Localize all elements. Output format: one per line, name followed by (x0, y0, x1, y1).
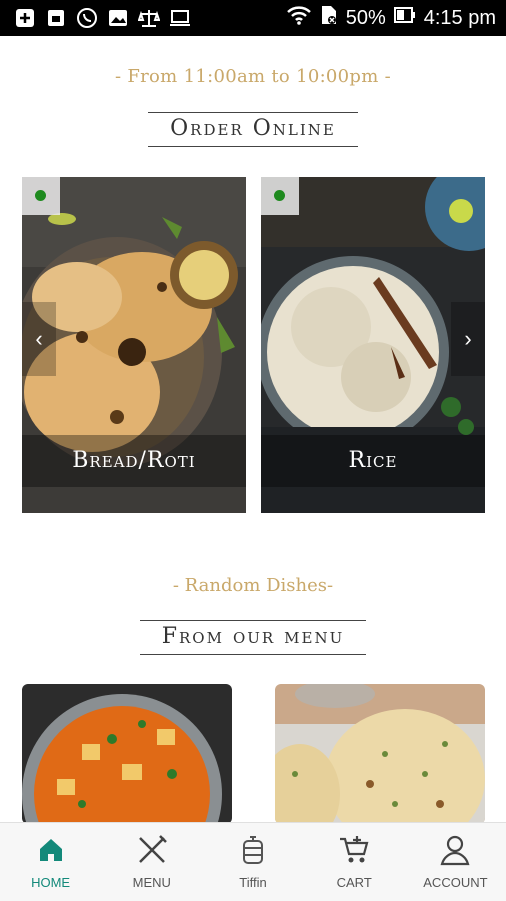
notification-icons (0, 8, 191, 28)
category-label: Bread/Roti (22, 435, 246, 487)
laptop-icon (169, 8, 191, 28)
order-online-title: Order Online (148, 112, 358, 147)
dish-card-paneer[interactable] (22, 684, 232, 824)
battery-percent: 50% (345, 6, 386, 29)
naan-image (275, 684, 485, 824)
no-sim-icon (320, 4, 338, 32)
from-our-menu-title: From our menu (139, 620, 367, 655)
dish-card-naan[interactable] (275, 684, 485, 824)
add-icon (14, 8, 36, 28)
order-online-section: Order Online (0, 112, 506, 147)
clock: 4:15 pm (423, 6, 496, 29)
from-our-menu-section: From our menu (0, 620, 506, 655)
image-icon (107, 8, 129, 28)
nav-tiffin[interactable]: Tiffin (202, 823, 303, 901)
whatsapp-icon (76, 8, 98, 28)
bottom-navigation: HOME MENU Tiffin CART ACCOUNT (0, 822, 506, 901)
sim-icon (45, 8, 67, 28)
chevron-right-icon: › (464, 326, 472, 351)
veg-indicator (261, 177, 299, 215)
fork-knife-icon (138, 835, 167, 863)
nav-home[interactable]: HOME (0, 823, 101, 901)
battery-icon (393, 6, 416, 30)
chevron-left-icon: ‹ (35, 326, 43, 351)
category-label: Rice (261, 435, 485, 487)
nav-label: CART (336, 875, 372, 890)
nav-menu[interactable]: MENU (101, 823, 202, 901)
nav-label: HOME (31, 875, 71, 890)
scale-icon (138, 8, 160, 28)
nav-account[interactable]: ACCOUNT (405, 823, 506, 901)
veg-indicator (22, 177, 60, 215)
wifi-icon (286, 5, 312, 31)
random-dishes-subtitle: - Random Dishes- (172, 575, 334, 596)
carousel-next-button[interactable]: › (451, 302, 485, 376)
home-icon (39, 839, 62, 861)
account-icon (440, 835, 470, 866)
status-bar: 50% 4:15 pm (0, 0, 506, 36)
nav-cart[interactable]: CART (304, 823, 405, 901)
nav-label: Tiffin (239, 875, 267, 890)
tiffin-icon (243, 836, 263, 864)
paneer-image (22, 684, 232, 824)
carousel-prev-button[interactable]: ‹ (22, 302, 56, 376)
nav-label: MENU (132, 875, 171, 890)
cart-icon (340, 836, 369, 863)
opening-hours: - From 11:00am to 10:00pm - (114, 66, 392, 87)
nav-label: ACCOUNT (423, 875, 488, 890)
